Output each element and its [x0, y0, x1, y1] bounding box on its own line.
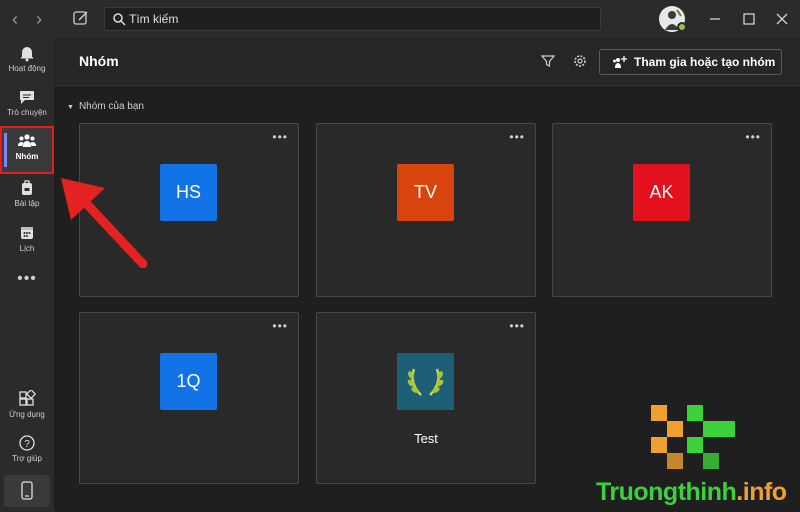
- rail-item-label: Nhóm: [15, 152, 39, 161]
- more-options-icon[interactable]: •••: [745, 130, 761, 144]
- team-avatar: [397, 353, 454, 410]
- team-card[interactable]: ••• 1Q: [79, 312, 299, 484]
- filter-icon[interactable]: [540, 53, 556, 69]
- rail-item-label: Ứng dụng: [9, 410, 45, 419]
- add-team-icon: [613, 56, 627, 68]
- gear-icon[interactable]: [572, 53, 588, 69]
- watermark-text: Truongthinh.info: [596, 478, 787, 507]
- forward-button[interactable]: ›: [30, 9, 48, 29]
- rail-item-activity[interactable]: Hoạt động: [2, 40, 52, 84]
- more-options-icon[interactable]: •••: [509, 130, 525, 144]
- mobile-app-button[interactable]: [4, 475, 50, 507]
- bell-icon: [21, 47, 33, 62]
- app-rail: Hoạt động Trò chuyện Nhóm Bài tập Lịch •…: [0, 38, 54, 512]
- search-input[interactable]: [129, 10, 589, 28]
- presence-badge: [677, 22, 687, 32]
- team-card[interactable]: ••• Test: [316, 312, 536, 484]
- close-icon[interactable]: [772, 9, 792, 29]
- team-avatar: HS: [160, 164, 217, 221]
- rail-item-assignments[interactable]: Bài tập: [2, 175, 52, 219]
- more-options-icon[interactable]: •••: [509, 319, 525, 333]
- rail-item-label: Lịch: [19, 244, 35, 253]
- chat-icon: [20, 91, 34, 104]
- rail-item-label: Trợ giúp: [12, 454, 42, 463]
- team-card[interactable]: ••• AK: [552, 123, 772, 297]
- rail-item-apps[interactable]: Ứng dụng: [2, 386, 52, 430]
- compose-icon[interactable]: [72, 9, 92, 29]
- laurel-icon: [397, 353, 454, 410]
- maximize-icon[interactable]: [739, 9, 759, 29]
- watermark-text-main: Truongthinh: [596, 478, 737, 506]
- team-avatar: 1Q: [160, 353, 217, 410]
- apps-icon: [19, 390, 36, 406]
- your-teams-section-toggle[interactable]: ▼ Nhóm của bạn: [67, 101, 144, 112]
- more-options-icon[interactable]: •••: [272, 130, 288, 144]
- section-title: Nhóm của bạn: [78, 101, 144, 112]
- page-title: Nhóm: [79, 53, 119, 69]
- red-arrow-annotation: [61, 178, 148, 268]
- more-options-icon[interactable]: •••: [272, 319, 288, 333]
- rail-item-calendar[interactable]: Lịch: [2, 220, 52, 264]
- calendar-icon: [21, 227, 33, 239]
- svg-text:?: ?: [24, 439, 30, 450]
- minimize-icon[interactable]: [705, 9, 725, 29]
- team-avatar: AK: [633, 164, 690, 221]
- mobile-icon: [21, 481, 33, 500]
- rail-item-chat[interactable]: Trò chuyện: [2, 84, 52, 128]
- team-avatar: TV: [397, 164, 454, 221]
- back-button[interactable]: ‹: [6, 9, 24, 29]
- team-name: Test: [414, 431, 438, 446]
- watermark-logo: [651, 405, 735, 469]
- watermark-text-suffix: .info: [736, 478, 787, 506]
- search-icon: [112, 12, 126, 26]
- help-icon: ?: [19, 435, 35, 451]
- title-bar: ‹ ›: [0, 0, 800, 38]
- team-card[interactable]: ••• TV: [316, 123, 536, 297]
- join-button-label: Tham gia hoặc tạo nhóm: [634, 55, 776, 69]
- caret-down-icon: ▼: [67, 104, 74, 111]
- join-or-create-team-button[interactable]: Tham gia hoặc tạo nhóm: [599, 49, 782, 75]
- backpack-icon: [22, 180, 32, 195]
- search-box[interactable]: [104, 7, 601, 31]
- rail-item-label: Bài tập: [14, 199, 40, 208]
- active-indicator: [4, 133, 7, 167]
- page-header: Nhóm Tham gia hoặc tạo nhóm: [54, 38, 800, 86]
- rail-item-label: Hoạt động: [8, 64, 46, 73]
- more-apps-button[interactable]: •••: [14, 271, 40, 288]
- teams-icon: [18, 134, 36, 147]
- rail-item-label: Trò chuyện: [7, 108, 47, 117]
- rail-item-help[interactable]: ? Trợ giúp: [2, 430, 52, 474]
- rail-item-teams[interactable]: Nhóm: [0, 126, 54, 174]
